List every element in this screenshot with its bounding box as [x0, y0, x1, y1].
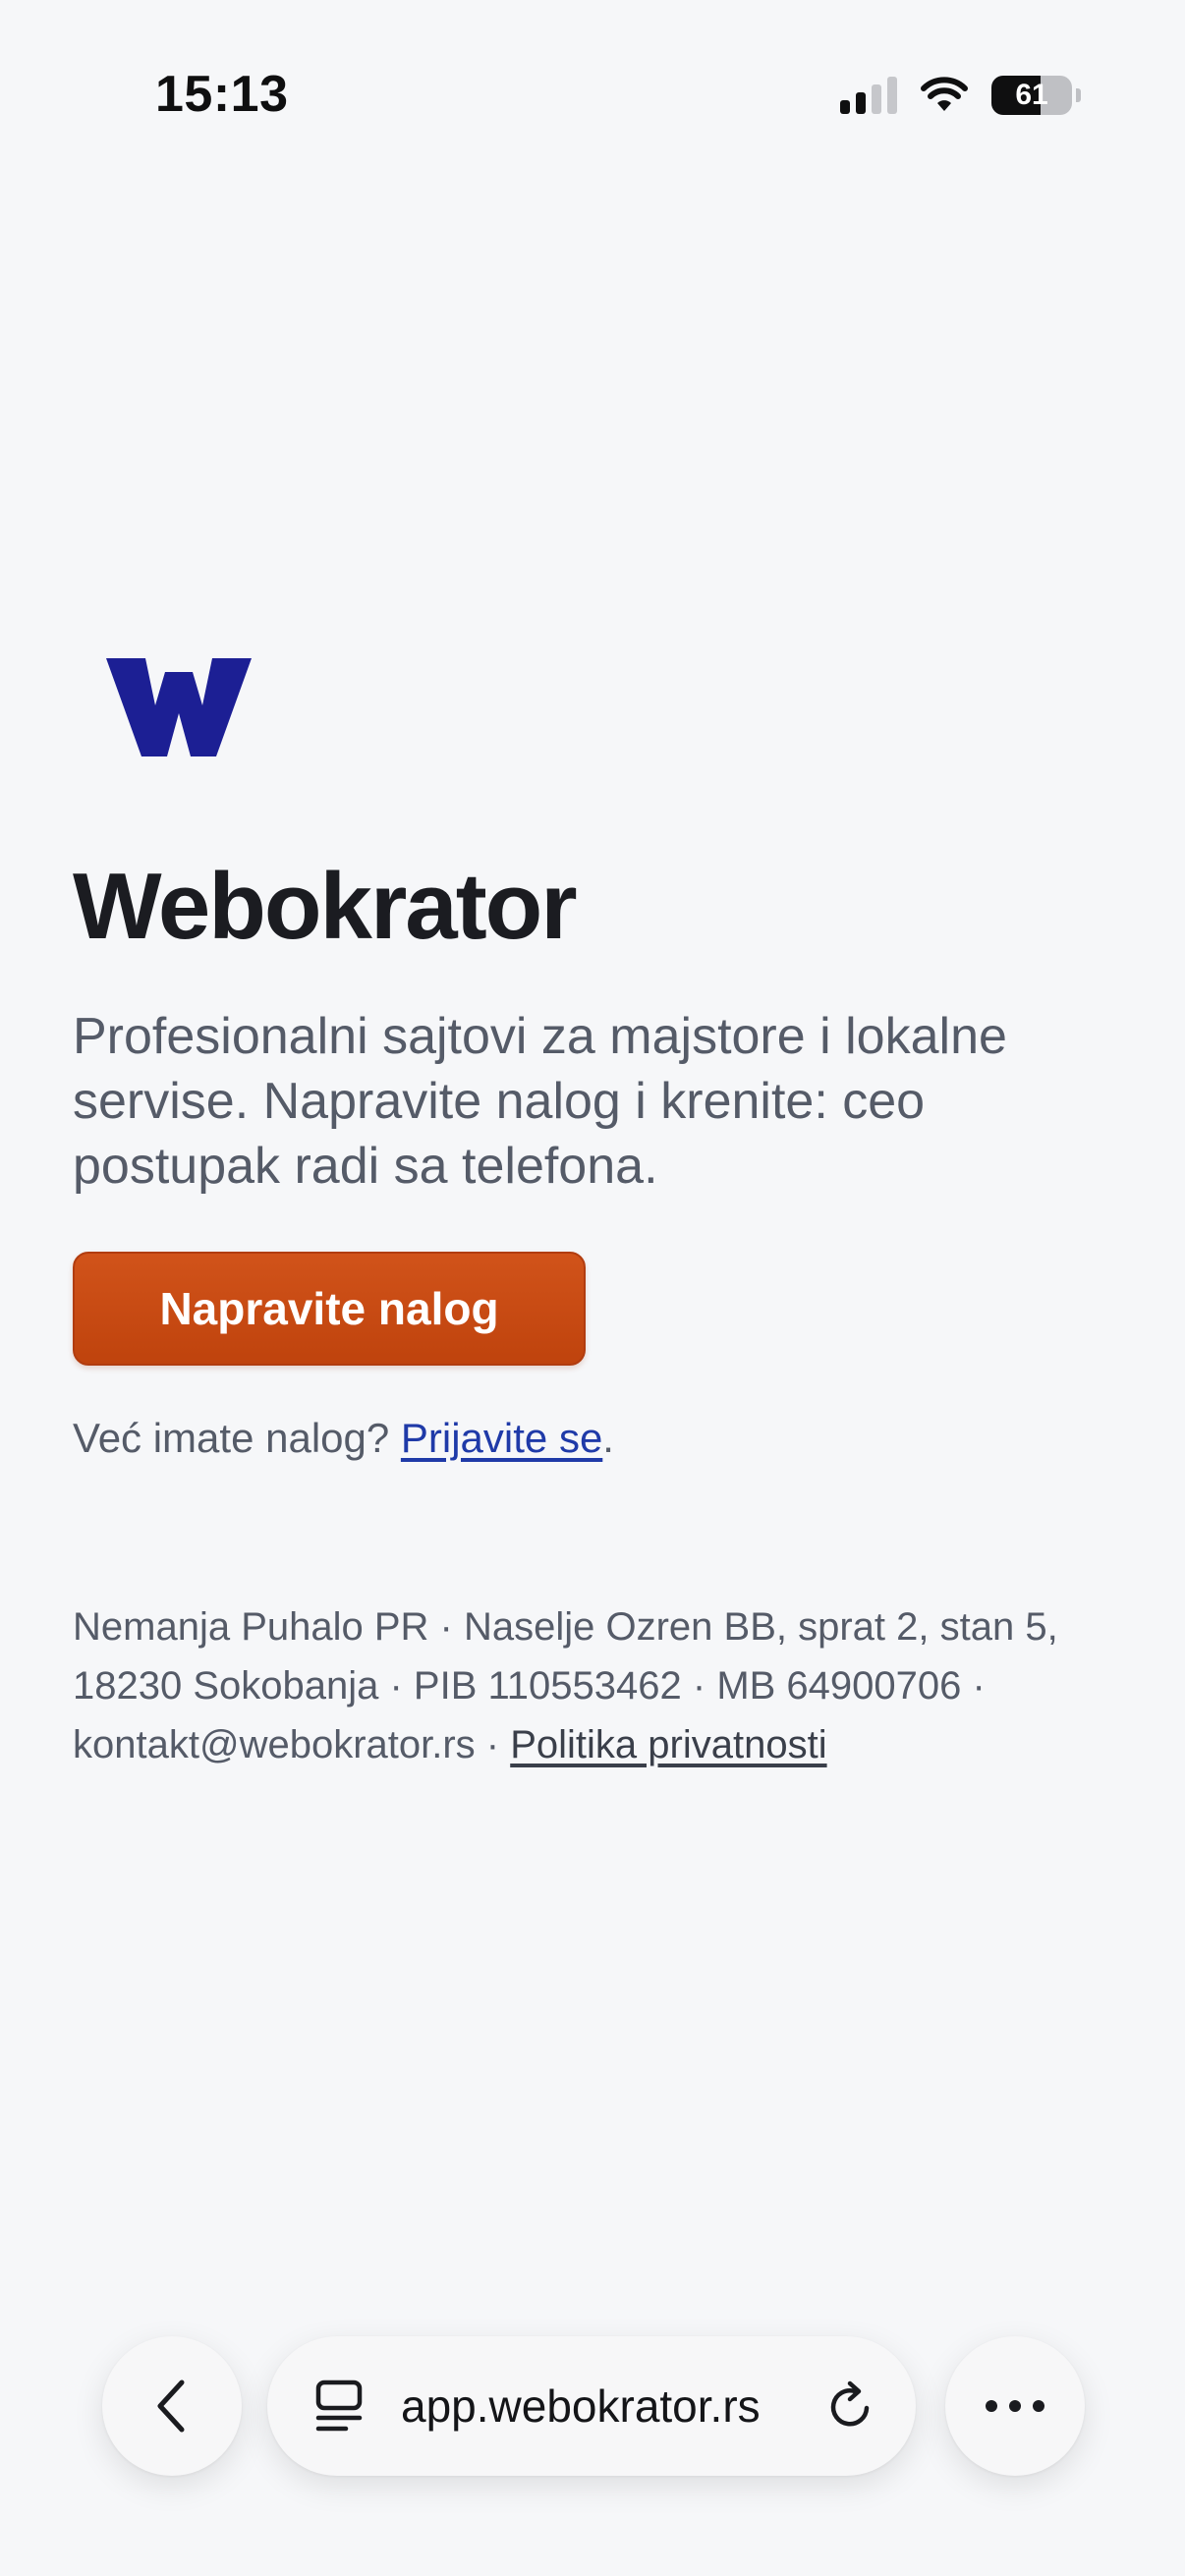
login-prompt-suffix: . [602, 1415, 614, 1461]
battery-level: 61 [1015, 79, 1048, 111]
address-bar[interactable]: app.webokrator.rs [267, 2336, 916, 2476]
login-prompt-text: Već imate nalog? [73, 1415, 390, 1461]
tabs-icon[interactable] [314, 2379, 364, 2434]
status-icons: 61 [840, 73, 1081, 118]
chevron-left-icon [157, 2380, 185, 2433]
back-button[interactable] [102, 2336, 242, 2476]
wifi-icon [921, 77, 968, 111]
reload-icon[interactable] [823, 2379, 878, 2434]
create-account-button[interactable]: Napravite nalog [73, 1252, 586, 1366]
company-footer: Nemanja Puhalo PR · Naselje Ozren BB, sp… [73, 1597, 1114, 1774]
w-logo-icon [106, 658, 252, 756]
battery-icon: 61 [991, 76, 1072, 115]
login-prompt-line: Već imate nalog? Prijavite se. [73, 1415, 614, 1462]
brand-title: Webokrator [73, 854, 578, 959]
more-icon [986, 2400, 1044, 2412]
more-button[interactable] [945, 2336, 1085, 2476]
cellular-signal-icon [840, 77, 897, 114]
battery-tip [1076, 88, 1081, 102]
privacy-policy-link[interactable]: Politika privatnosti [510, 1723, 826, 1766]
hero-tagline: Profesionalni sajtovi za majstore i loka… [73, 1008, 1007, 1195]
status-time: 15:13 [155, 66, 289, 123]
login-link[interactable]: Prijavite se [401, 1415, 602, 1461]
url-text[interactable]: app.webokrator.rs [401, 2380, 761, 2433]
